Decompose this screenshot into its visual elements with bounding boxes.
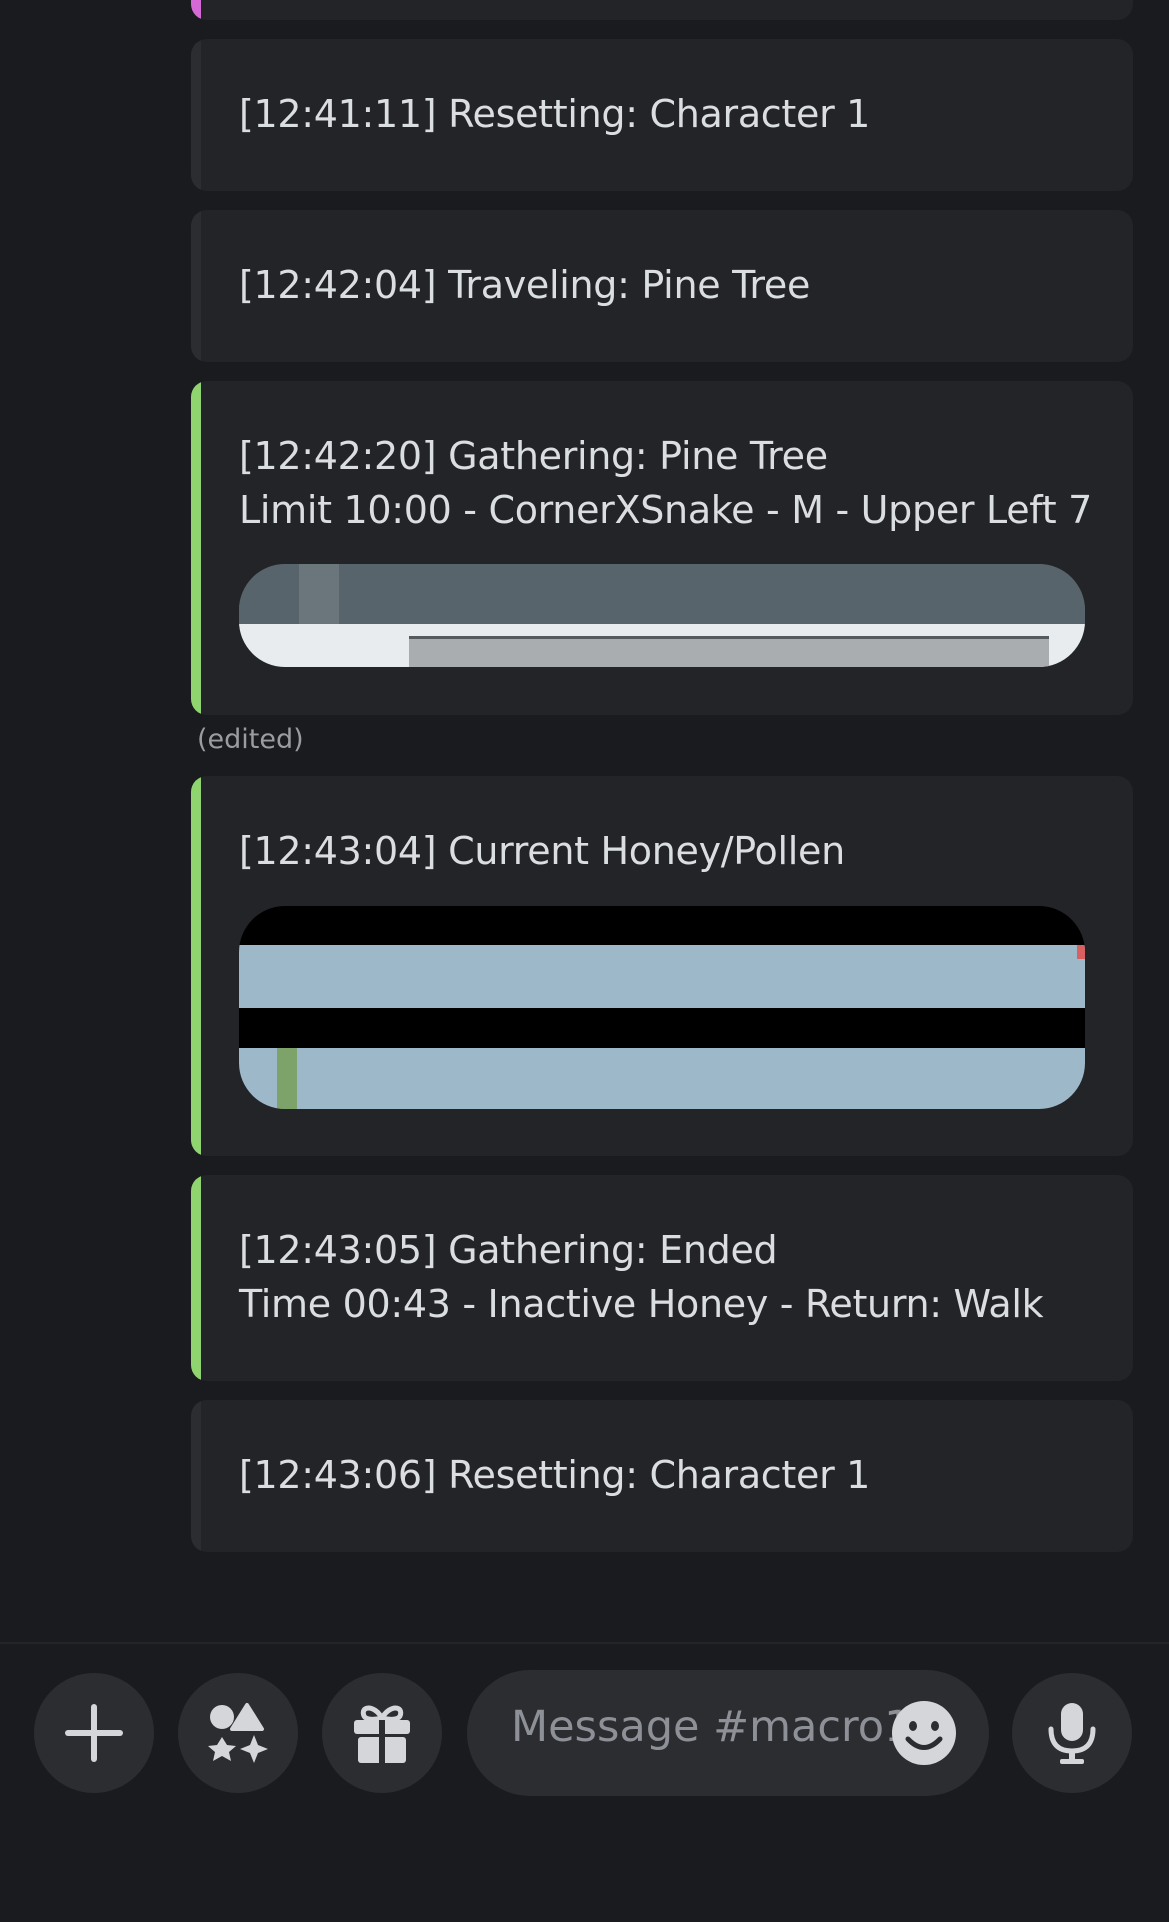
gift-icon — [354, 1705, 410, 1763]
embed-line: Limit 10:00 - CornerXSnake - M - Upper L… — [239, 488, 1092, 532]
embed-accent-bar — [191, 776, 201, 1156]
embed-image-thumbnail[interactable] — [239, 906, 1085, 1109]
message-embed: [12:42:04] Traveling: Pine Tree — [191, 210, 1133, 362]
message-embed: [12:41:11] Resetting: Character 1 — [191, 39, 1133, 191]
embed-accent-bar — [191, 1175, 201, 1381]
chat-view: [12:41:11] Resetting: Character 1 [12:42… — [0, 0, 1169, 1922]
embed-line: [12:43:05] Gathering: Ended — [239, 1228, 778, 1272]
plus-icon — [65, 1704, 123, 1762]
message-embed: [12:43:05] Gathering: Ended Time 00:43 -… — [191, 1175, 1133, 1381]
embed-image-thumbnail[interactable] — [239, 564, 1085, 667]
embed-line: [12:42:04] Traveling: Pine Tree — [239, 263, 811, 307]
embed-accent-bar — [191, 210, 201, 362]
message-input[interactable]: Message #macro1 — [467, 1670, 989, 1796]
embed-accent-bar — [191, 0, 201, 20]
embed-accent-bar — [191, 1400, 201, 1552]
composer-divider — [0, 1642, 1169, 1644]
message-input-placeholder: Message #macro1 — [511, 1702, 912, 1752]
embed-line: [12:43:04] Current Honey/Pollen — [239, 829, 845, 873]
embed-line: [12:41:11] Resetting: Character 1 — [239, 92, 871, 136]
embed-accent-bar — [191, 39, 201, 191]
message-embed: [12:43:04] Current Honey/Pollen — [191, 776, 1133, 1156]
emoji-button[interactable] — [891, 1700, 957, 1766]
honey-pollen-image — [239, 906, 1085, 1109]
emoji-icon — [892, 1701, 956, 1765]
screenshot-image — [239, 564, 1085, 667]
apps-button[interactable] — [178, 1673, 298, 1793]
embed-line: [12:43:06] Resetting: Character 1 — [239, 1453, 871, 1497]
message-embed: [12:42:20] Gathering: Pine Tree Limit 10… — [191, 381, 1133, 715]
message-embed: [12:43:06] Resetting: Character 1 — [191, 1400, 1133, 1552]
edited-label: (edited) — [197, 724, 304, 755]
gift-button[interactable] — [322, 1673, 442, 1793]
microphone-icon — [1048, 1703, 1096, 1764]
embed-line: [12:42:20] Gathering: Pine Tree — [239, 434, 828, 478]
embed-accent-bar — [191, 381, 201, 715]
message-embed-previous — [191, 0, 1133, 20]
embed-line: Time 00:43 - Inactive Honey - Return: Wa… — [239, 1282, 1044, 1326]
add-button[interactable] — [34, 1673, 154, 1793]
voice-message-button[interactable] — [1012, 1673, 1132, 1793]
apps-icon — [208, 1703, 268, 1763]
